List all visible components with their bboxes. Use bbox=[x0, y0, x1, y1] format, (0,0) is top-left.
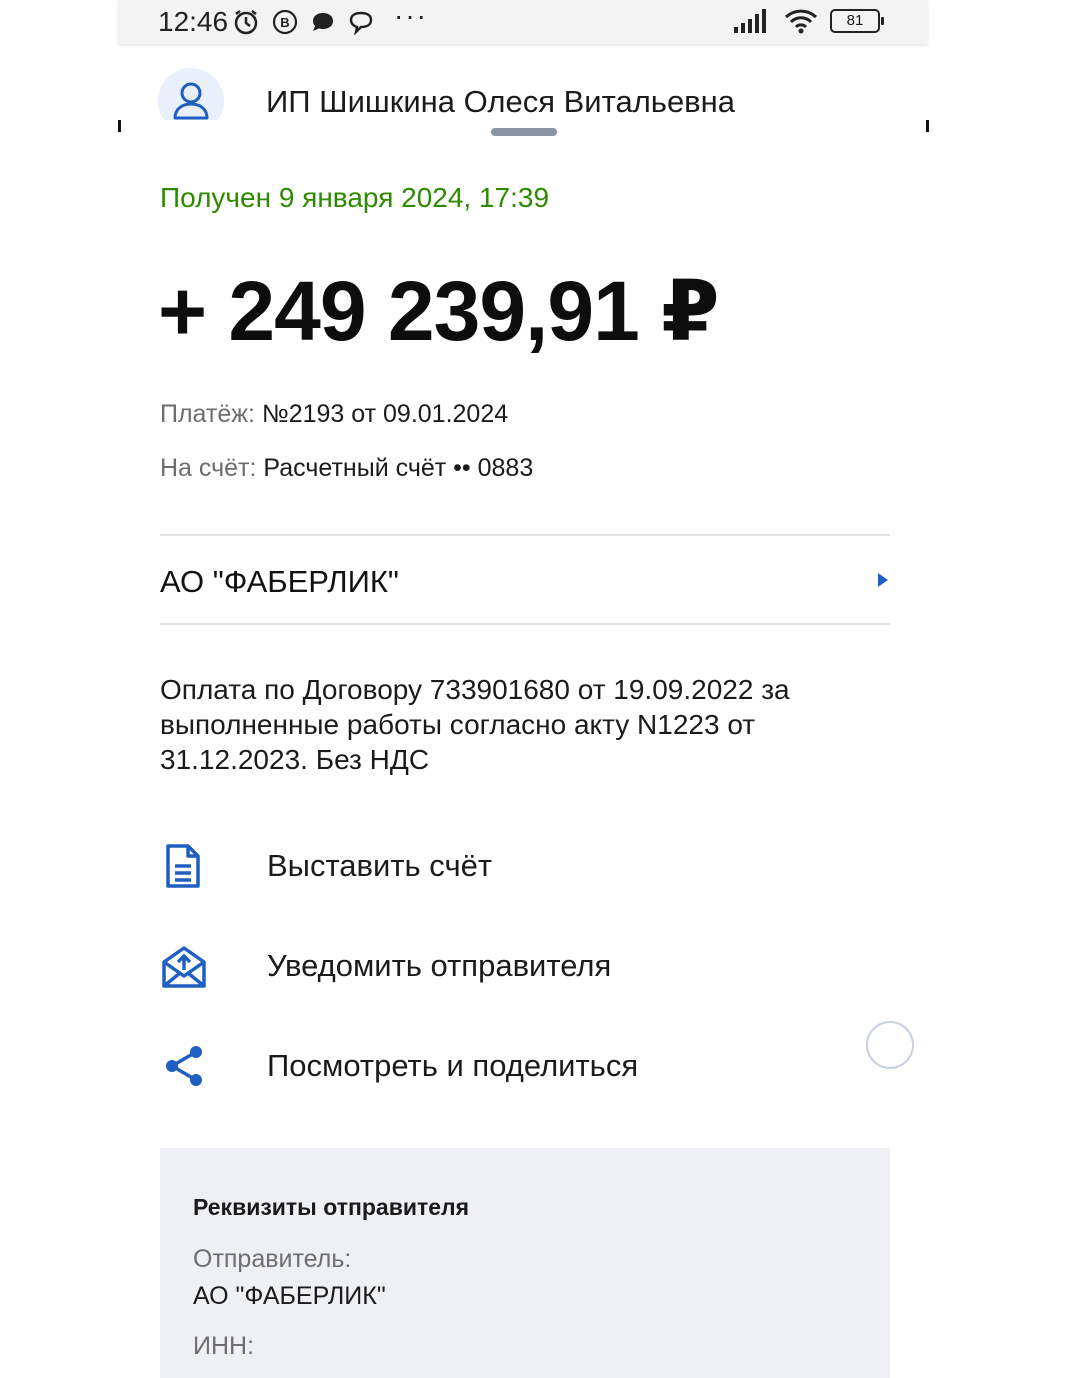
account-value: Расчетный счёт •• 0883 bbox=[263, 454, 534, 482]
action-label: Посмотреть и поделиться bbox=[267, 1048, 639, 1083]
message-icon bbox=[349, 11, 373, 35]
divider bbox=[160, 534, 890, 536]
action-label: Уведомить отправителя bbox=[267, 948, 612, 983]
system-icons: 81 bbox=[734, 8, 884, 34]
sheet-drag-handle[interactable] bbox=[491, 128, 557, 136]
inn-label: ИНН: bbox=[193, 1332, 255, 1360]
transaction-amount: + 249 239,91 ₽ bbox=[158, 264, 720, 358]
payment-label: Платёж: bbox=[160, 400, 262, 428]
wifi-icon bbox=[784, 9, 818, 34]
floating-assist-button[interactable] bbox=[866, 1021, 914, 1069]
alarm-icon bbox=[234, 10, 258, 35]
signal-icon bbox=[734, 9, 766, 33]
account-detail: На счёт: Расчетный счёт •• 0883 bbox=[160, 454, 533, 483]
status-time: 12:46 bbox=[158, 6, 229, 37]
received-datetime: Получен 9 января 2024, 17:39 bbox=[160, 182, 550, 213]
battery-icon: 81 bbox=[830, 9, 884, 33]
account-label: На счёт: bbox=[160, 454, 264, 482]
sender-details-card: Реквизиты отправителя Отправитель: АО "Ф… bbox=[160, 1148, 890, 1378]
notify-sender-button[interactable]: Уведомить отправителя bbox=[160, 936, 720, 996]
sender-label: Отправитель: bbox=[193, 1245, 352, 1273]
payment-detail: Платёж: №2193 от 09.01.2024 bbox=[160, 400, 508, 429]
more-notifications-icon: ··· bbox=[394, 0, 428, 31]
chevron-right-icon[interactable] bbox=[876, 572, 890, 588]
b-badge-icon: B bbox=[272, 9, 298, 35]
status-bar: 12:46 B ··· 81 bbox=[118, 0, 928, 44]
action-label: Выставить счёт bbox=[267, 848, 493, 883]
sender-details-title: Реквизиты отправителя bbox=[193, 1194, 470, 1220]
issue-invoice-button[interactable]: Выставить счёт bbox=[160, 836, 720, 896]
divider bbox=[160, 623, 890, 625]
avatar[interactable] bbox=[158, 68, 224, 120]
chat-icon bbox=[313, 13, 333, 31]
view-and-share-button[interactable]: Посмотреть и поделиться bbox=[160, 1036, 720, 1096]
svg-text:B: B bbox=[280, 15, 289, 30]
battery-level: 81 bbox=[846, 12, 864, 29]
counterparty-name[interactable]: АО "ФАБЕРЛИК" bbox=[160, 564, 399, 600]
sheet-corner-right bbox=[926, 120, 929, 132]
user-icon bbox=[173, 82, 209, 120]
payment-value: №2193 от 09.01.2024 bbox=[261, 400, 509, 428]
account-holder-name: ИП Шишкина Олеся Витальевна bbox=[266, 84, 736, 119]
share-icon bbox=[166, 1046, 202, 1086]
payment-purpose: Оплата по Договору 733901680 от 19.09.20… bbox=[160, 674, 790, 775]
notification-icons: B bbox=[232, 8, 374, 36]
sender-value: АО "ФАБЕРЛИК" bbox=[193, 1282, 386, 1310]
sheet-corner-left bbox=[118, 120, 121, 132]
envelope-notify-icon bbox=[162, 946, 206, 988]
document-icon bbox=[166, 844, 200, 888]
